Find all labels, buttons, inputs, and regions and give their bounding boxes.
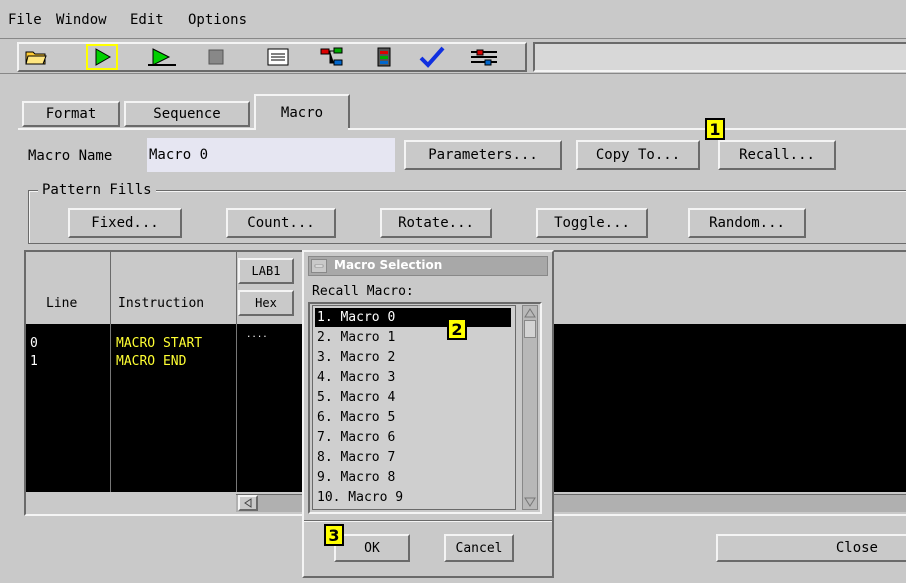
- window-menu-icon[interactable]: [311, 259, 327, 273]
- close-button[interactable]: Close: [716, 534, 906, 562]
- grid-header-line: Line: [46, 296, 78, 311]
- count-button[interactable]: Count...: [226, 208, 336, 238]
- list-item[interactable]: 10. Macro 9: [314, 488, 508, 507]
- list-item[interactable]: 6. Macro 5: [314, 408, 508, 427]
- hex-radix-button[interactable]: Hex: [238, 290, 294, 316]
- ok-button[interactable]: OK: [334, 534, 410, 562]
- list-item[interactable]: 5. Macro 4: [314, 388, 508, 407]
- checkmark-icon[interactable]: [416, 44, 448, 70]
- macro-name-label: Macro Name: [28, 148, 113, 164]
- grid-row-1-instruction: MACRO END: [116, 354, 187, 369]
- macro-name-field[interactable]: Macro 0: [147, 138, 395, 172]
- callout-3-badge: 3: [324, 524, 344, 546]
- list-item[interactable]: 9. Macro 8: [314, 468, 508, 487]
- callout-1-badge: 1: [705, 118, 725, 140]
- menu-window[interactable]: Window: [56, 12, 107, 28]
- run-repetitive-icon[interactable]: [146, 44, 178, 70]
- menu-file[interactable]: File: [8, 12, 42, 28]
- cancel-button[interactable]: Cancel: [444, 534, 514, 562]
- dialog-separator: [304, 520, 552, 522]
- recall-macro-label: Recall Macro:: [312, 284, 414, 299]
- system-overview-icon[interactable]: [316, 44, 348, 70]
- grid-data-divider-2: [236, 324, 237, 492]
- grid-data-divider-1: [110, 324, 111, 492]
- grid-header-instruction: Instruction: [118, 296, 205, 311]
- random-button[interactable]: Random...: [688, 208, 806, 238]
- pattern-fills-title: Pattern Fills: [38, 182, 156, 198]
- grid-row-0-value: ....: [246, 330, 268, 340]
- menu-edit[interactable]: Edit: [130, 12, 164, 28]
- grid-row-0-line: 0: [30, 336, 38, 351]
- grid-row-1-line: 1: [30, 354, 38, 369]
- list-item[interactable]: 4. Macro 3: [314, 368, 508, 387]
- tab-gap: [256, 127, 348, 131]
- open-folder-icon[interactable]: [20, 44, 52, 70]
- scroll-up-arrow-icon[interactable]: [523, 306, 537, 320]
- grid-row-0-instruction: MACRO START: [116, 336, 203, 351]
- list-item[interactable]: 8. Macro 7: [314, 448, 508, 467]
- scroll-thumb[interactable]: [524, 320, 536, 338]
- toggle-button[interactable]: Toggle...: [536, 208, 648, 238]
- callout-2-badge: 2: [447, 318, 467, 340]
- dialog-title: Macro Selection: [334, 258, 443, 272]
- module-icon[interactable]: [368, 44, 400, 70]
- tab-content-border: [18, 128, 906, 130]
- scroll-down-arrow-icon[interactable]: [523, 495, 537, 509]
- list-item[interactable]: 7. Macro 6: [314, 428, 508, 447]
- list-item[interactable]: 3. Macro 2: [314, 348, 508, 367]
- rotate-button[interactable]: Rotate...: [380, 208, 492, 238]
- parameters-button[interactable]: Parameters...: [404, 140, 562, 170]
- tab-sequence[interactable]: Sequence: [124, 101, 250, 127]
- listing-icon[interactable]: [262, 44, 294, 70]
- lab1-label-button[interactable]: LAB1: [238, 258, 294, 284]
- recall-button[interactable]: Recall...: [718, 140, 836, 170]
- list-item[interactable]: 2. Macro 1: [314, 328, 508, 347]
- tab-format[interactable]: Format: [22, 101, 120, 127]
- copy-to-button[interactable]: Copy To...: [576, 140, 700, 170]
- menu-options[interactable]: Options: [188, 12, 247, 28]
- list-item[interactable]: 1. Macro 0: [314, 308, 508, 327]
- fixed-button[interactable]: Fixed...: [68, 208, 182, 238]
- tab-macro[interactable]: Macro: [254, 94, 350, 129]
- run-icon[interactable]: [86, 44, 118, 70]
- stop-icon[interactable]: [200, 44, 232, 70]
- toolbar-text-field[interactable]: [533, 42, 906, 72]
- scroll-left-arrow-icon[interactable]: [238, 495, 258, 511]
- tools-icon[interactable]: [468, 44, 500, 70]
